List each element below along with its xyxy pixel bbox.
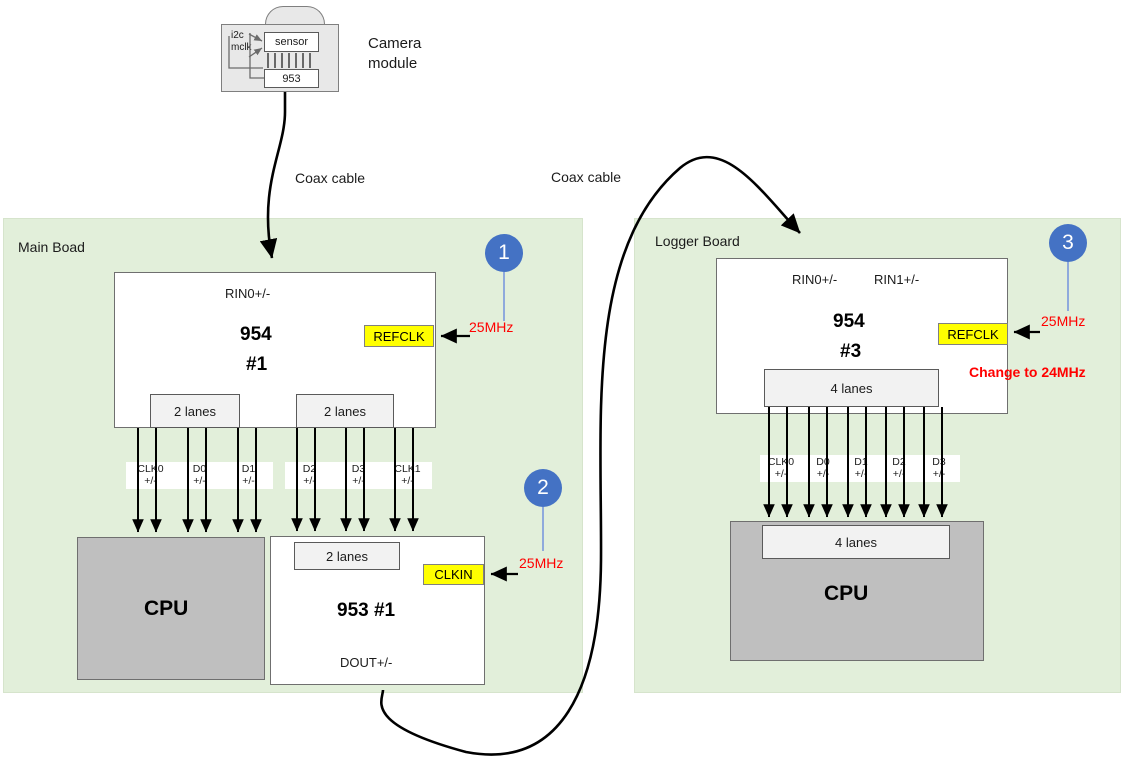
camera-mclk-label: mclk [231,42,252,53]
logger-deser-refclk-label: REFCLK [947,326,999,342]
camera-module-caption: Camera module [368,34,421,74]
main-signal-polarity: +/- [144,475,157,487]
main-deser-refclk-label: REFCLK [373,328,425,344]
badge-3[interactable]: 3 [1049,224,1087,262]
main-ser-lane-label: 2 lanes [326,548,368,564]
logger-signal-polarity: +/- [774,468,788,480]
main-signal-name: D2 [302,463,317,475]
logger-signal-label: D0 +/- [802,455,844,482]
coax-cable-label-right: Coax cable [551,169,622,185]
badge-1-stem [503,272,505,321]
main-deser-lane-right-label: 2 lanes [324,403,366,419]
main-signal-label: D1 +/- [224,462,273,489]
badge-1[interactable]: 1 [485,234,523,272]
main-deser-lane-group-left: 2 lanes [150,394,240,428]
logger-signal-label: D3 +/- [918,455,960,482]
main-ser-lane-group: 2 lanes [294,542,400,570]
logger-signal-label: CLK0 +/- [760,455,802,482]
camera-caption-line1: Camera [368,35,422,52]
main-signal-polarity: +/- [303,475,316,487]
main-signal-name: CLK1 [394,463,421,475]
logger-signal-label: D1 +/- [840,455,882,482]
main-board-cpu-label: CPU [144,597,189,620]
main-deser-lane-left-label: 2 lanes [174,403,216,419]
logger-cpu-lane-label: 4 lanes [835,534,877,550]
logger-signal-name: D0 [816,456,830,468]
main-signal-label: CLK1 +/- [383,462,432,489]
logger-deser-lane-group: 4 lanes [764,369,939,407]
logger-deser-name-line2: #3 [840,341,862,362]
logger-board-title: Logger Board [655,233,740,249]
camera-serializer-block: 953 [264,69,319,88]
logger-deser-change-note: Change to 24MHz [969,364,1086,380]
main-signal-name: D3 [351,463,366,475]
logger-deser-rin0-label: RIN0+/- [792,272,838,287]
logger-signal-name: CLK0 [767,456,795,468]
logger-deser-rin1-label: RIN1+/- [874,272,920,287]
logger-signal-name: D2 [892,456,906,468]
main-signal-label: D3 +/- [334,462,383,489]
badge-3-stem [1067,262,1069,311]
logger-deser-lane-label: 4 lanes [830,380,873,396]
main-signal-name: D1 [241,463,256,475]
main-deser-name-line2: #1 [246,354,268,375]
main-signal-label: CLK0 +/- [126,462,175,489]
logger-signal-polarity: +/- [854,468,868,480]
main-deser-name-line1: 954 [240,324,272,345]
main-signal-polarity: +/- [242,475,255,487]
camera-sensor-block: sensor [264,32,319,52]
main-ser-name: 953 #1 [337,600,396,621]
main-deser-refclk-pad: REFCLK [364,325,434,347]
main-deser-refclk-freq: 25MHz [469,319,514,335]
logger-cpu-lane-group: 4 lanes [762,525,950,559]
logger-board-cpu-label: CPU [824,582,869,605]
main-ser-clkin-freq: 25MHz [519,555,564,571]
logger-signal-polarity: +/- [932,468,946,480]
coax-cable-label-left: Coax cable [295,170,366,186]
logger-deser-refclk-freq: 25MHz [1041,313,1086,329]
badge-2-stem [542,507,544,551]
badge-2[interactable]: 2 [524,469,562,507]
main-signal-polarity: +/- [401,475,414,487]
main-ser-clkin-pad: CLKIN [423,564,484,585]
logger-signal-name: D1 [854,456,868,468]
camera-serializer-label: 953 [282,72,301,85]
main-signal-label: D2 +/- [285,462,334,489]
camera-lens [265,6,325,24]
badge-2-number: 2 [537,476,549,499]
main-signal-polarity: +/- [352,475,365,487]
main-deser-rin0-label: RIN0+/- [225,286,271,301]
camera-sensor-label: sensor [274,36,309,48]
logger-signal-polarity: +/- [816,468,830,480]
diagram-canvas: sensor 953 i2c mclk Camera module Coax c… [0,0,1123,766]
camera-i2c-label: i2c [231,30,244,41]
main-signal-name: D0 [192,463,207,475]
main-ser-clkin-label: CLKIN [434,567,473,582]
badge-3-number: 3 [1062,231,1074,254]
badge-1-number: 1 [498,241,510,264]
main-deser-lane-group-right: 2 lanes [296,394,394,428]
logger-signal-name: D3 [932,456,946,468]
logger-signal-label: D2 +/- [878,455,920,482]
camera-caption-line2: module [368,55,418,72]
logger-signal-polarity: +/- [892,468,906,480]
main-board-title: Main Boad [18,239,85,255]
main-ser-dout-label: DOUT+/- [340,655,393,670]
main-signal-label: D0 +/- [175,462,224,489]
logger-deser-name-line1: 954 [833,311,865,332]
main-signal-polarity: +/- [193,475,206,487]
logger-deser-refclk-pad: REFCLK [938,323,1008,345]
main-signal-name: CLK0 [137,463,164,475]
